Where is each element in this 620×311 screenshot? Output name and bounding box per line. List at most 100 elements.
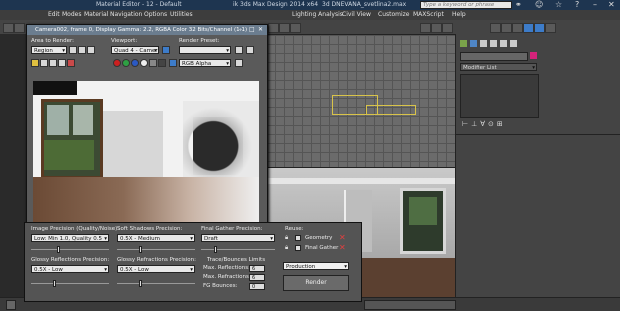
menu-item[interactable]: Material <box>84 11 108 18</box>
final-gather-reuse-checkbox[interactable] <box>295 245 301 251</box>
display-tab-icon[interactable] <box>500 40 507 47</box>
image-precision-slider[interactable] <box>56 246 60 253</box>
redo-icon[interactable] <box>14 23 25 33</box>
viewport-top[interactable] <box>265 34 457 169</box>
menu-item[interactable]: Edit <box>48 11 60 18</box>
save-icon[interactable] <box>31 59 39 67</box>
final-gather-slider[interactable] <box>214 246 218 253</box>
material-editor-title: Material Editor - 12 - Default <box>96 1 182 8</box>
hierarchy-tab-icon[interactable] <box>480 40 487 47</box>
render-button[interactable]: Render <box>283 275 349 291</box>
close-icon[interactable]: ✕ <box>608 0 615 9</box>
menu-item[interactable]: Customize <box>378 11 410 18</box>
blue-channel-icon[interactable] <box>131 59 139 67</box>
alpha-channel-icon[interactable] <box>140 59 148 67</box>
close-icon[interactable]: ✕ <box>258 25 263 35</box>
copy-icon[interactable] <box>40 59 48 67</box>
binoculars-icon[interactable]: ⚭ <box>515 0 522 9</box>
green-channel-icon[interactable] <box>122 59 130 67</box>
render-setup-icon[interactable] <box>512 23 523 33</box>
geometry-label: Geometry <box>305 235 333 241</box>
image-precision-value[interactable]: Low: Min 1.0, Quality 0.5 <box>31 234 109 242</box>
modifier-list-dropdown[interactable]: Modifier List <box>460 63 537 71</box>
soft-shadows-slider-track <box>117 249 195 250</box>
lock-viewport-icon[interactable] <box>162 46 170 54</box>
object-name-field[interactable] <box>460 52 528 61</box>
angle-snap-icon[interactable] <box>279 23 290 33</box>
menu-item[interactable]: MAXScript <box>413 11 444 18</box>
toggle-ui-icon[interactable] <box>235 59 243 67</box>
glossy-refractions-value[interactable]: 0.5X - Low <box>117 265 195 273</box>
main-title-bar: Material Editor - 12 - Default ik 3ds Ma… <box>0 0 620 10</box>
snap-icon[interactable] <box>268 23 279 33</box>
teapot-icon[interactable] <box>545 23 556 33</box>
rendered-frame-window: Camera002, frame 0, Display Gamma: 2.2, … <box>26 24 268 228</box>
stack-tools-icons[interactable]: ⊢⊥∀⊙⊞ <box>462 120 526 128</box>
channel-display-icon[interactable] <box>169 59 177 67</box>
maximize-icon[interactable]: □ <box>249 25 255 35</box>
user-icon[interactable]: ☺ <box>535 0 543 9</box>
help-icon[interactable]: ? <box>575 0 579 9</box>
minimize-icon[interactable]: – <box>593 0 597 9</box>
command-panel: Modifier List ⊢⊥∀⊙⊞ <box>455 34 620 304</box>
render-mode-dropdown[interactable]: Production <box>283 262 349 270</box>
motion-tab-icon[interactable] <box>490 40 497 47</box>
viewport-dropdown[interactable]: Quad 4 - Camera <box>111 46 159 54</box>
render-frame-icon[interactable] <box>523 23 534 33</box>
clone-icon[interactable] <box>49 59 57 67</box>
menu-item[interactable]: Navigation <box>110 11 142 18</box>
max-reflections-spinner[interactable]: 6 <box>249 265 265 272</box>
maxscript-listener-icon[interactable] <box>6 300 16 310</box>
auto-region-icon[interactable] <box>78 46 86 54</box>
clear-icon[interactable] <box>67 59 75 67</box>
search-input[interactable]: Type a keyword or phrase <box>420 1 512 9</box>
monochrome-icon[interactable] <box>149 59 157 67</box>
curve-editor-icon[interactable] <box>442 23 453 33</box>
ceiling-beam <box>266 178 456 184</box>
fg-bounces-spinner[interactable]: 0 <box>249 283 265 290</box>
create-tab-icon[interactable] <box>460 40 467 47</box>
teapot-icon[interactable] <box>246 46 254 54</box>
menu-item[interactable]: Options <box>144 11 167 18</box>
percent-snap-icon[interactable] <box>290 23 301 33</box>
glossy-reflections-slider[interactable] <box>52 280 56 287</box>
soft-shadows-value[interactable]: 0.5X - Medium <box>117 234 195 242</box>
menu-item[interactable]: Civil View <box>342 11 371 18</box>
menu-item[interactable]: Help <box>452 11 466 18</box>
clear-geometry-icon[interactable]: ✕ <box>339 234 346 242</box>
final-gather-value[interactable]: Draft <box>201 234 275 242</box>
background-swatch[interactable] <box>158 59 166 67</box>
layer-manager-icon[interactable] <box>420 23 431 33</box>
region-select-icon[interactable] <box>87 46 95 54</box>
soft-shadows-slider[interactable] <box>138 246 142 253</box>
red-channel-icon[interactable] <box>113 59 121 67</box>
graphite-icon[interactable] <box>431 23 442 33</box>
area-to-render-dropdown[interactable]: Region <box>31 46 67 54</box>
settings-icon[interactable] <box>235 46 243 54</box>
lock-icon[interactable]: 🔒︎ <box>285 244 288 252</box>
modifier-stack[interactable] <box>460 74 539 118</box>
render-preset-dropdown[interactable] <box>179 46 231 54</box>
max-refractions-spinner[interactable]: 6 <box>249 274 265 281</box>
utilities-tab-icon[interactable] <box>510 40 517 47</box>
menu-item[interactable]: Modes <box>62 11 81 18</box>
glossy-reflections-value[interactable]: 0.5X - Low <box>31 265 109 273</box>
channel-dropdown[interactable]: RGB Alpha <box>179 59 231 67</box>
schematic-icon[interactable] <box>490 23 501 33</box>
material-editor-icon[interactable] <box>501 23 512 33</box>
glossy-refractions-slider[interactable] <box>138 280 142 287</box>
menu-item[interactable]: Lighting Analysis <box>292 11 343 18</box>
render-production-icon[interactable] <box>534 23 545 33</box>
geometry-checkbox[interactable] <box>295 235 301 241</box>
fg-bounces-label: FG Bounces: <box>203 283 238 289</box>
minimize-icon[interactable]: – <box>239 25 242 35</box>
lock-icon[interactable]: 🔒︎ <box>285 234 288 242</box>
print-icon[interactable] <box>58 59 66 67</box>
clear-final-gather-icon[interactable]: ✕ <box>339 244 346 252</box>
modify-tab-icon[interactable] <box>470 40 477 47</box>
edit-region-icon[interactable] <box>69 46 77 54</box>
star-icon[interactable]: ☆ <box>555 0 562 9</box>
menu-item[interactable]: Utilities <box>170 11 193 18</box>
undo-icon[interactable] <box>3 23 14 33</box>
object-color-swatch[interactable] <box>530 52 537 59</box>
